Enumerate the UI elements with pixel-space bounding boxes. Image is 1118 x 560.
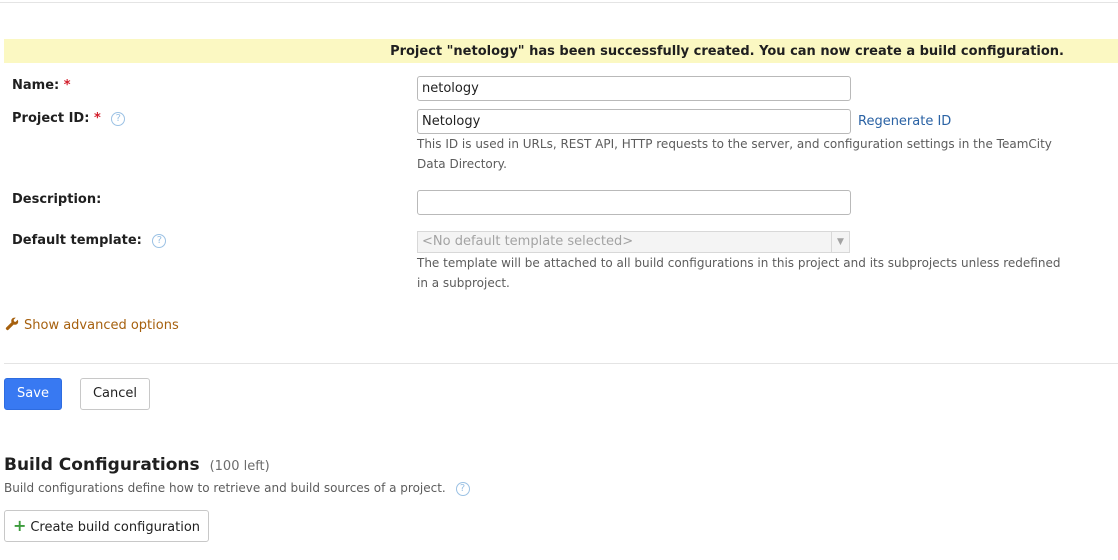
project-id-label: Project ID:	[12, 111, 90, 126]
help-icon[interactable]: ?	[111, 111, 126, 126]
chevron-down-icon: ▼	[831, 232, 849, 252]
help-icon[interactable]: ?	[455, 481, 470, 496]
template-note: The template will be attached to all bui…	[417, 256, 1061, 290]
save-button[interactable]: Save	[4, 378, 62, 410]
create-build-configuration-button[interactable]: + Create build configuration	[4, 510, 209, 542]
form-divider	[4, 363, 1118, 364]
build-configurations-heading: Build Configurations (100 left)	[4, 455, 270, 475]
show-advanced-options-link[interactable]: Show advanced options	[5, 317, 179, 333]
regenerate-id-link[interactable]: Regenerate ID	[858, 114, 951, 129]
name-input[interactable]: netology	[417, 76, 851, 101]
build-configurations-description-text: Build configurations define how to retri…	[4, 481, 446, 495]
name-required-mark: *	[63, 78, 71, 93]
template-label: Default template:	[12, 233, 142, 248]
cancel-button[interactable]: Cancel	[80, 378, 150, 410]
success-notice: Project "netology" has been successfully…	[4, 39, 1118, 63]
name-label: Name:	[12, 78, 60, 93]
project-id-input[interactable]: Netology	[417, 109, 851, 134]
build-configurations-description: Build configurations define how to retri…	[4, 481, 470, 496]
project-id-required-mark: *	[93, 111, 101, 126]
create-build-configuration-label: Create build configuration	[30, 520, 201, 535]
help-icon[interactable]: ?	[152, 233, 167, 248]
wrench-icon	[5, 317, 19, 331]
success-notice-text: Project "netology" has been successfully…	[390, 44, 1064, 59]
description-label: Description:	[12, 192, 102, 207]
project-id-label-row: Project ID: * ?	[12, 111, 126, 126]
default-template-select: <No default template selected> ▼	[417, 231, 850, 253]
template-label-row: Default template: ?	[12, 233, 167, 248]
default-template-value: <No default template selected>	[422, 234, 634, 249]
advanced-options-label: Show advanced options	[24, 318, 179, 333]
description-input[interactable]	[417, 190, 851, 215]
top-divider	[0, 2, 1118, 3]
name-label-row: Name: *	[12, 78, 71, 93]
project-id-note: This ID is used in URLs, REST API, HTTP …	[417, 137, 1052, 171]
build-configurations-count: (100 left)	[209, 459, 270, 474]
build-configurations-title: Build Configurations	[4, 455, 200, 475]
plus-icon: +	[12, 516, 27, 535]
